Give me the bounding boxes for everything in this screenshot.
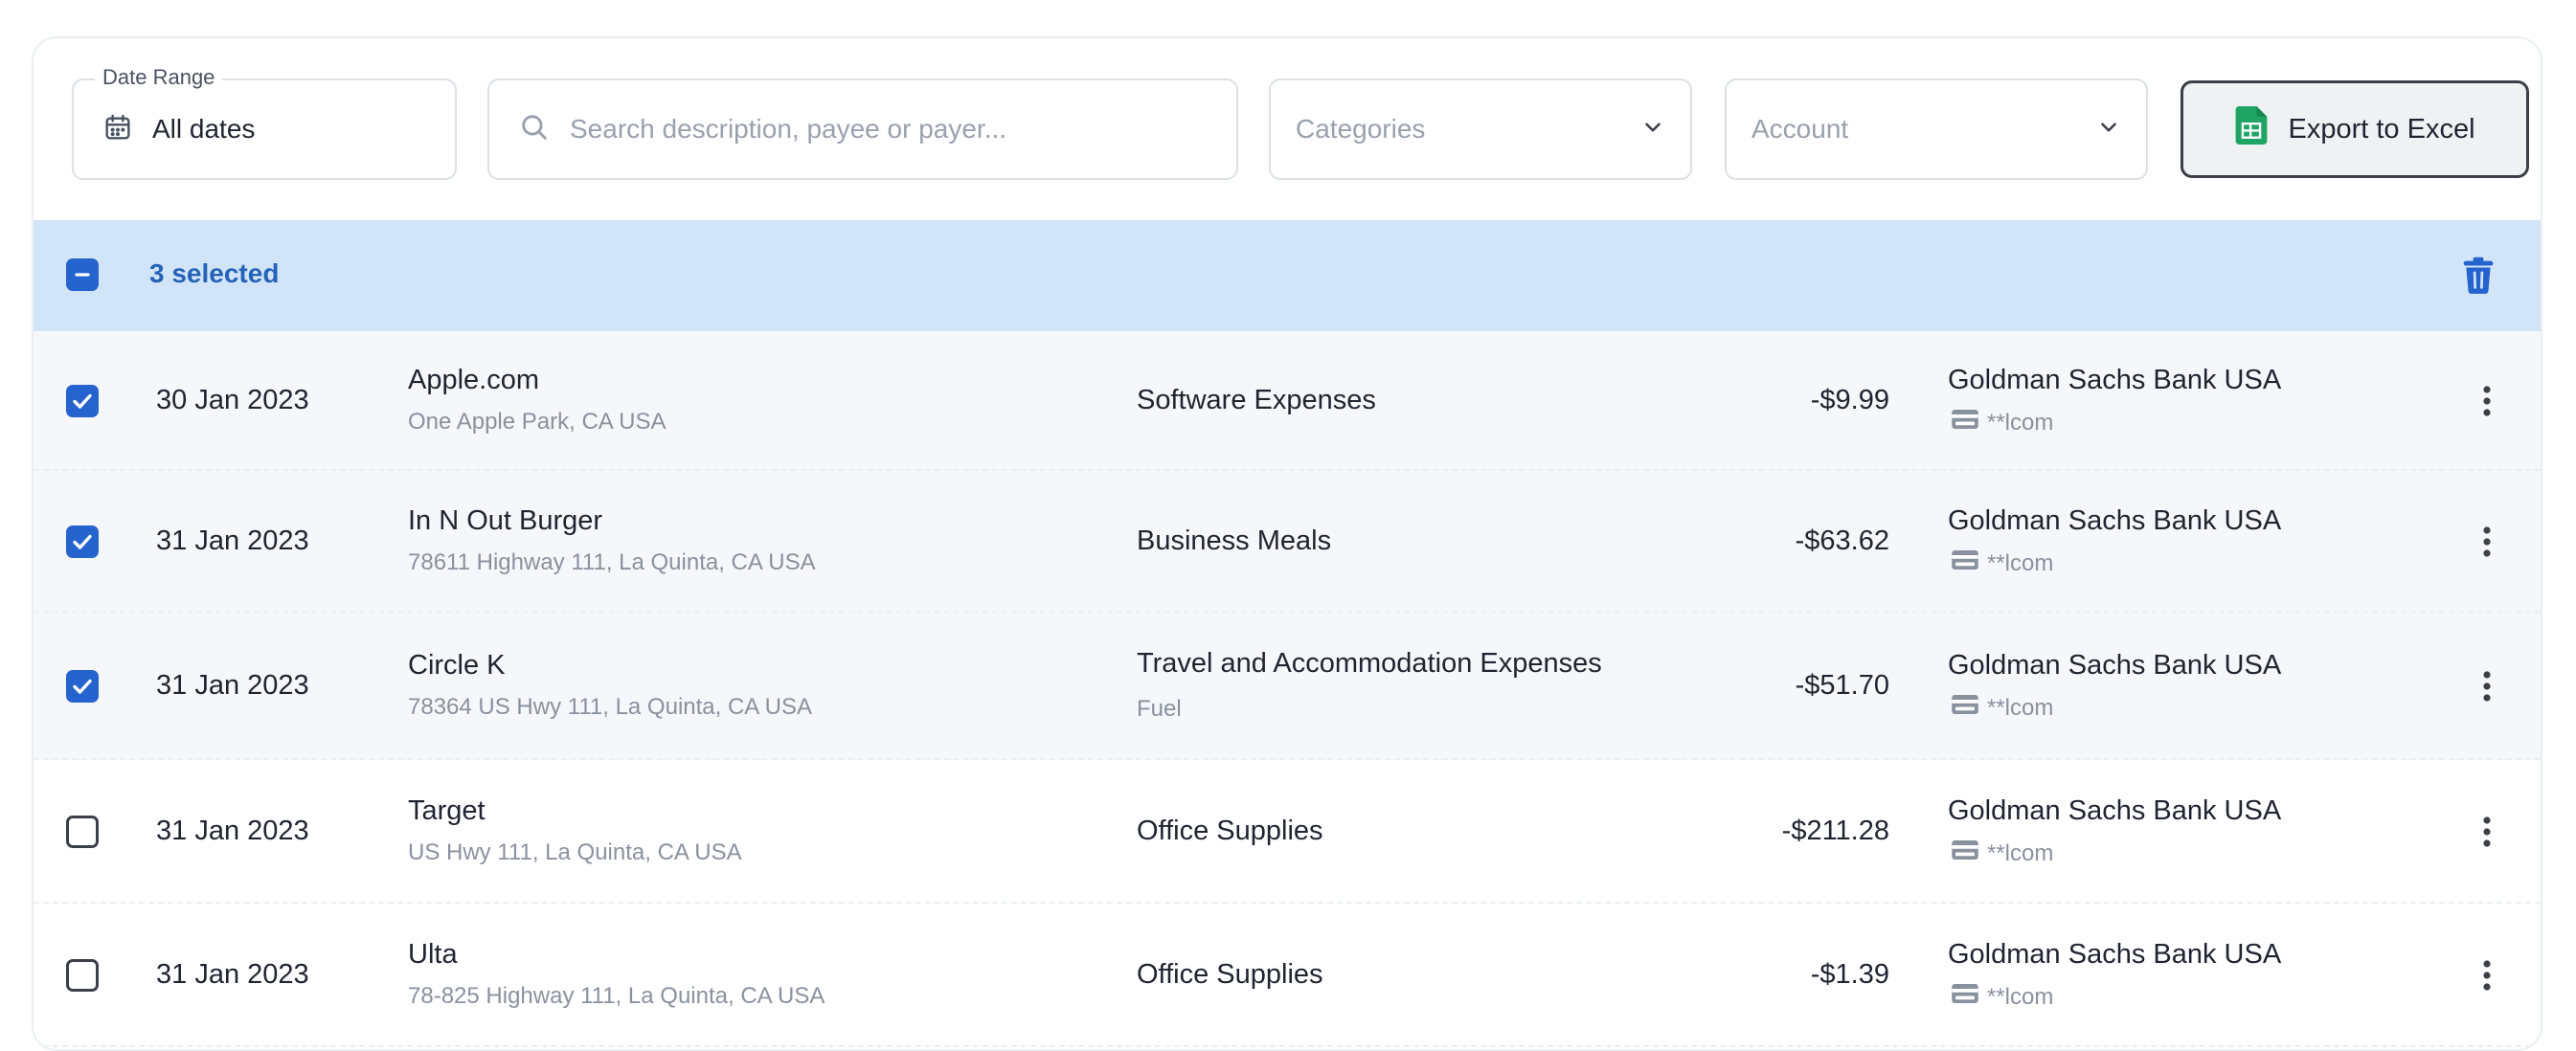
row-checkbox[interactable] [66, 959, 99, 992]
transaction-date: 31 Jan 2023 [156, 816, 309, 847]
transaction-account: **lcom [1951, 692, 2053, 724]
row-more-button[interactable] [2481, 958, 2493, 997]
transaction-date: 31 Jan 2023 [156, 670, 309, 702]
selected-count: 3 selected [149, 258, 279, 289]
search-input[interactable]: Search description, payee or payer... [487, 78, 1238, 180]
export-to-excel-button[interactable]: Export to Excel [2181, 80, 2529, 178]
table-row[interactable]: 30 Jan 2023 Apple.com One Apple Park, CA… [34, 331, 2541, 471]
select-all-checkbox[interactable] [66, 258, 99, 291]
transaction-amount: -$1.39 [1811, 959, 1889, 991]
trash-icon [2460, 282, 2497, 299]
more-vertical-icon [2481, 980, 2493, 996]
transaction-category[interactable]: Software Expenses [1137, 385, 1376, 416]
transaction-payee: Circle K [408, 650, 506, 682]
categories-select[interactable]: Categories [1269, 78, 1692, 180]
transaction-date: 30 Jan 2023 [156, 385, 309, 416]
transactions-card: Date Range All dates [32, 36, 2542, 1051]
account-mask: **lcom [1987, 410, 2053, 436]
transaction-bank: Goldman Sachs Bank USA [1948, 505, 2281, 537]
table-row[interactable]: 31 Jan 2023 Circle K 78364 US Hwy 111, L… [34, 613, 2541, 760]
transaction-bank: Goldman Sachs Bank USA [1948, 795, 2281, 827]
export-label: Export to Excel [2288, 114, 2474, 145]
row-more-button[interactable] [2481, 815, 2493, 854]
transaction-bank: Goldman Sachs Bank USA [1948, 650, 2281, 682]
transaction-category[interactable]: Office Supplies [1137, 816, 1323, 847]
transaction-address: 78364 US Hwy 111, La Quinta, CA USA [408, 694, 812, 721]
account-placeholder: Account [1751, 114, 1848, 145]
table-row[interactable]: 31 Jan 2023 In N Out Burger 78611 Highwa… [34, 471, 2541, 613]
transaction-account: **lcom [1951, 981, 2053, 1013]
table-row[interactable]: 31 Jan 2023 Target US Hwy 111, La Quinta… [34, 760, 2541, 904]
credit-card-icon [1951, 692, 1979, 724]
categories-placeholder: Categories [1296, 114, 1425, 145]
transaction-category[interactable]: Travel and Accommodation Expenses [1137, 648, 1602, 680]
transaction-address: 78611 Highway 111, La Quinta, CA USA [408, 549, 816, 576]
spreadsheet-icon [2234, 106, 2269, 152]
credit-card-icon [1951, 548, 1979, 579]
transaction-payee: Apple.com [408, 365, 539, 396]
more-vertical-icon [2481, 547, 2493, 563]
more-vertical-icon [2481, 837, 2493, 853]
transaction-address: US Hwy 111, La Quinta, CA USA [408, 839, 742, 866]
transaction-amount: -$9.99 [1811, 385, 1889, 416]
transaction-account: **lcom [1951, 838, 2053, 869]
table-row[interactable]: 31 Jan 2023 Ulta 78-825 Highway 111, La … [34, 904, 2541, 1047]
transaction-address: 78-825 Highway 111, La Quinta, CA USA [408, 983, 825, 1010]
search-placeholder: Search description, payee or payer... [570, 114, 1006, 145]
more-vertical-icon [2481, 691, 2493, 707]
credit-card-icon [1951, 838, 1979, 869]
transaction-category[interactable]: Office Supplies [1137, 959, 1323, 991]
transaction-amount: -$211.28 [1782, 816, 1889, 847]
transaction-date: 31 Jan 2023 [156, 959, 309, 991]
transaction-address: One Apple Park, CA USA [408, 409, 666, 436]
credit-card-icon [1951, 981, 1979, 1013]
transaction-payee: Ulta [408, 939, 458, 971]
date-range-value: All dates [152, 114, 255, 145]
chevron-down-icon [2096, 115, 2121, 145]
search-icon [518, 111, 551, 148]
row-more-button[interactable] [2481, 525, 2493, 564]
row-checkbox[interactable] [66, 670, 99, 703]
credit-card-icon [1951, 407, 1979, 438]
transaction-payee: In N Out Burger [408, 505, 602, 537]
transaction-payee: Target [408, 795, 486, 827]
account-mask: **lcom [1987, 840, 2053, 867]
account-mask: **lcom [1987, 550, 2053, 577]
transaction-bank: Goldman Sachs Bank USA [1948, 939, 2281, 971]
delete-selected-button[interactable] [2460, 257, 2497, 300]
transaction-amount: -$51.70 [1796, 670, 1889, 702]
transaction-amount: -$63.62 [1796, 526, 1889, 557]
date-range-field[interactable]: Date Range All dates [72, 78, 457, 180]
account-mask: **lcom [1987, 984, 2053, 1011]
transaction-account: **lcom [1951, 407, 2053, 438]
transaction-category[interactable]: Business Meals [1137, 526, 1331, 557]
transaction-account: **lcom [1951, 548, 2053, 579]
more-vertical-icon [2481, 406, 2493, 422]
chevron-down-icon [1640, 115, 1665, 145]
row-checkbox[interactable] [66, 526, 99, 558]
row-more-button[interactable] [2481, 384, 2493, 423]
filter-toolbar: Date Range All dates [34, 38, 2541, 220]
account-select[interactable]: Account [1725, 78, 2148, 180]
transaction-bank: Goldman Sachs Bank USA [1948, 365, 2281, 396]
selection-bar: 3 selected [34, 220, 2541, 331]
transaction-date: 31 Jan 2023 [156, 526, 309, 557]
date-range-label: Date Range [95, 65, 222, 90]
transaction-subcategory: Fuel [1137, 696, 1182, 723]
row-checkbox[interactable] [66, 385, 99, 417]
calendar-icon [102, 112, 133, 147]
row-checkbox[interactable] [66, 816, 99, 848]
account-mask: **lcom [1987, 695, 2053, 722]
row-more-button[interactable] [2481, 669, 2493, 708]
